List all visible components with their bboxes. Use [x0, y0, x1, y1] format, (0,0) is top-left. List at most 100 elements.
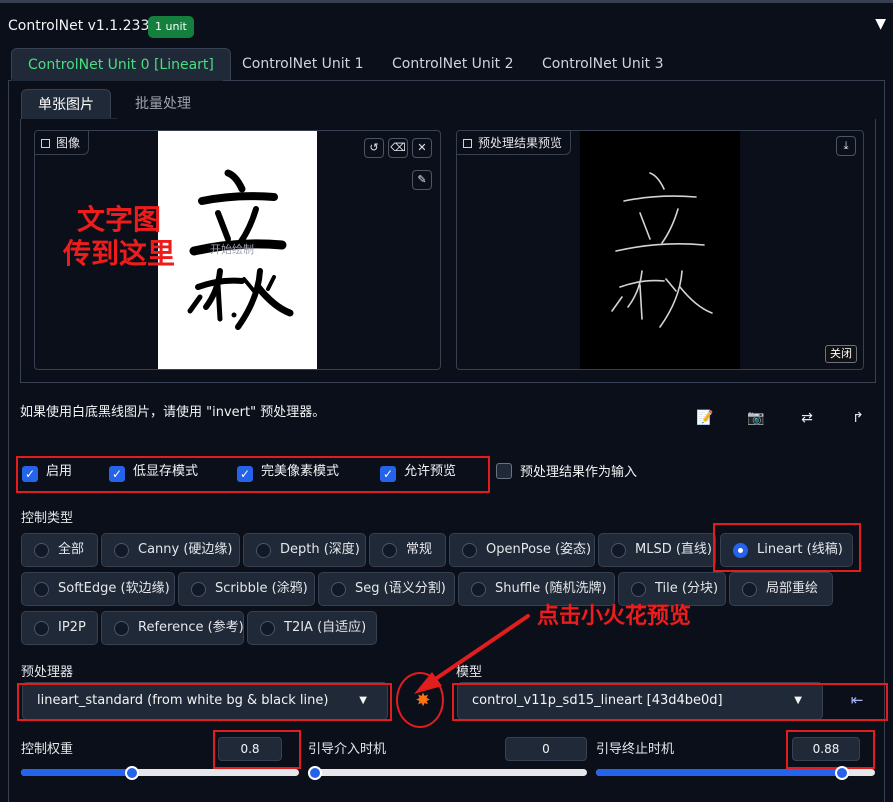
annotation-line-2: 传到这里 — [62, 237, 175, 270]
panel-title: ControlNet v1.1.233 — [8, 18, 150, 34]
radio-dot — [191, 582, 206, 597]
radio-t2ia[interactable]: T2IA (自适应) — [247, 611, 377, 645]
control-type-label: 控制类型 — [21, 511, 74, 526]
tab-unit-0[interactable]: ControlNet Unit 0 [Lineart] — [11, 48, 231, 80]
radio-label: Reference (参考) — [138, 620, 244, 635]
preview-canvas — [580, 131, 740, 369]
radio-label: Scribble (涂鸦) — [215, 581, 308, 596]
tab-unit-3[interactable]: ControlNet Unit 3 — [526, 48, 680, 80]
radio-label: Canny (硬边缘) — [138, 542, 233, 557]
radio-label: OpenPose (姿态) — [486, 542, 592, 557]
radio-label: Depth (深度) — [280, 542, 360, 557]
radio-dot — [631, 582, 646, 597]
annotation-guidance-end-highlight — [786, 730, 875, 769]
radio-scribble[interactable]: Scribble (涂鸦) — [178, 572, 315, 606]
tab-unit-2[interactable]: ControlNet Unit 2 — [376, 48, 530, 80]
lineart-preview-image — [611, 172, 713, 328]
radio-depth[interactable]: Depth (深度) — [243, 533, 366, 567]
annotation-spark-circle — [396, 672, 444, 728]
active-tab-mask — [11, 79, 223, 81]
radio-label: 常规 — [406, 542, 433, 557]
radio-reference[interactable]: Reference (参考) — [101, 611, 244, 645]
new-canvas-icon[interactable]: 📝 — [694, 410, 716, 428]
radio-dot — [114, 621, 129, 636]
radio-dot — [742, 582, 757, 597]
triangle-down-icon[interactable]: ▼ — [875, 16, 886, 32]
radio-dot — [34, 543, 49, 558]
radio-canny[interactable]: Canny (硬边缘) — [101, 533, 240, 567]
radio-all[interactable]: 全部 — [21, 533, 98, 567]
tab-unit-1[interactable]: ControlNet Unit 1 — [226, 48, 380, 80]
checkbox-pixel-perfect-label: 完美像素模式 — [261, 464, 340, 479]
checkbox-preprocessed-input-box[interactable] — [496, 463, 512, 479]
checkbox-pixel-perfect[interactable]: ✓ 完美像素模式 — [237, 463, 340, 482]
image-label-text: 图像 — [56, 136, 81, 150]
radio-label: IP2P — [58, 620, 86, 635]
annotation-upload-here: 文字图 传到这里 — [49, 203, 189, 271]
preview-panel-label: 预处理结果预览 — [457, 131, 572, 155]
slider-thumb[interactable] — [308, 766, 322, 780]
checkbox-lowvram-box[interactable]: ✓ — [109, 466, 125, 482]
image-icon — [41, 139, 50, 148]
checkbox-allow-preview[interactable]: ✓ 允许预览 — [380, 463, 457, 482]
checkbox-preprocessed-input[interactable]: 预处理结果作为输入 — [496, 463, 637, 481]
radio-label: Shuffle (随机洗牌) — [495, 581, 607, 596]
radio-dot — [256, 543, 271, 558]
radio-dot — [34, 621, 49, 636]
radio-dot — [471, 582, 486, 597]
slider-thumb[interactable] — [125, 766, 139, 780]
slider-thumb[interactable] — [835, 766, 849, 780]
top-border — [0, 0, 893, 3]
radio-openpose[interactable]: OpenPose (姿态) — [449, 533, 595, 567]
tab-single-image[interactable]: 单张图片 — [21, 89, 111, 120]
image-input-panel[interactable]: 图像 开始绘制 ↺ ⌫ ✕ ✎ 文字图 传到这里 — [34, 130, 441, 370]
checkbox-preprocessed-input-label: 预处理结果作为输入 — [520, 465, 638, 480]
radio-softedge[interactable]: SoftEdge (软边缘) — [21, 572, 175, 606]
radio-label: 全部 — [58, 542, 85, 557]
radio-label: 局部重绘 — [766, 581, 819, 596]
guidance-start-label: 引导介入时机 — [308, 742, 387, 757]
radio-inpaint[interactable]: 局部重绘 — [729, 572, 833, 606]
checkbox-allow-preview-box[interactable]: ✓ — [380, 466, 396, 482]
image-icon — [463, 139, 472, 148]
annotation-model-highlight — [452, 683, 888, 721]
radio-seg[interactable]: Seg (语义分割) — [318, 572, 455, 606]
image-panel-label: 图像 — [35, 131, 90, 155]
download-icon[interactable]: ⤓ — [836, 136, 856, 156]
radio-label: Tile (分块) — [655, 581, 719, 596]
undo-icon[interactable]: ↺ — [364, 138, 384, 158]
annotation-lineart-highlight — [713, 523, 861, 572]
close-preview-button[interactable]: 关闭 — [825, 345, 857, 363]
preview-panel: 预处理结果预览 ⤓ 关闭 — [456, 130, 864, 370]
guidance-start-slider[interactable] — [308, 766, 587, 780]
brush-icon[interactable]: ✎ — [412, 170, 432, 190]
eraser-icon[interactable]: ⌫ — [388, 138, 408, 158]
checkbox-pixel-perfect-box[interactable]: ✓ — [237, 466, 253, 482]
radio-ip2p[interactable]: IP2P — [21, 611, 98, 645]
slider-fill — [596, 769, 842, 776]
weight-slider[interactable] — [21, 766, 299, 780]
camera-icon[interactable]: 📷 — [745, 410, 767, 428]
radio-label: T2IA (自适应) — [284, 620, 367, 635]
close-icon[interactable]: ✕ — [412, 138, 432, 158]
swap-icon[interactable]: ⇄ — [796, 410, 818, 428]
radio-normal[interactable]: 常规 — [369, 533, 446, 567]
guidance-end-slider[interactable] — [596, 766, 875, 780]
slider-track[interactable] — [308, 769, 587, 776]
radio-label: MLSD (直线) — [635, 542, 712, 557]
checkbox-lowvram[interactable]: ✓ 低显存模式 — [109, 463, 198, 482]
send-dimensions-icon[interactable]: ↱ — [847, 410, 869, 428]
model-label: 模型 — [456, 665, 483, 680]
radio-label: Seg (语义分割) — [355, 581, 446, 596]
annotation-click-spark: 点击小火花预览 — [537, 604, 692, 629]
radio-dot — [331, 582, 346, 597]
checkbox-allow-preview-label: 允许预览 — [404, 464, 457, 479]
guidance-start-input[interactable]: 0 — [505, 737, 587, 761]
preprocessor-label: 预处理器 — [21, 665, 74, 680]
checkbox-enable[interactable]: ✓ 启用 — [22, 463, 72, 482]
checkbox-enable-box[interactable]: ✓ — [22, 466, 38, 482]
slider-fill — [21, 769, 132, 776]
radio-mlsd[interactable]: MLSD (直线) — [598, 533, 716, 567]
tab-batch[interactable]: 批量处理 — [119, 89, 207, 120]
weight-label: 控制权重 — [21, 742, 74, 757]
